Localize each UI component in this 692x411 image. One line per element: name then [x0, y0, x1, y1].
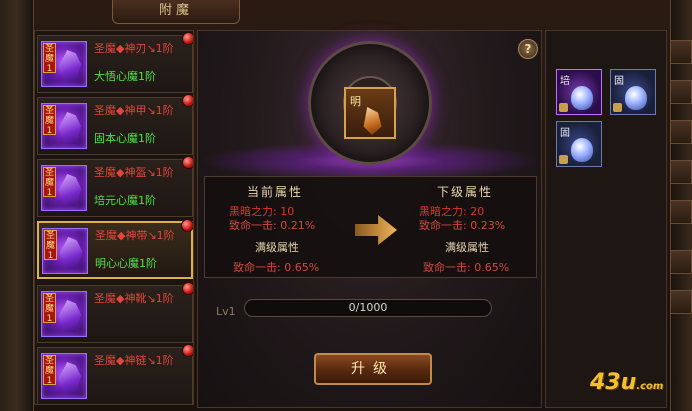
blade-icon — [58, 50, 82, 82]
item-enchant: 固本心魔1阶 — [94, 132, 156, 145]
side-tab[interactable] — [670, 290, 692, 314]
site-watermark-logo: 43u.com — [590, 370, 663, 395]
notification-dot-icon — [182, 32, 193, 45]
next-max-crit: 致命一击: 0.65% — [423, 261, 510, 274]
side-tab[interactable] — [670, 120, 692, 144]
level-label: Lv1 — [216, 305, 236, 318]
progress-text: 0/1000 — [348, 301, 388, 314]
side-tab[interactable] — [670, 40, 692, 64]
list-item[interactable]: 圣魔1 圣魔◆神甲↘1阶 固本心魔1阶 — [37, 94, 193, 155]
lock-icon — [613, 103, 622, 112]
equipment-icon: 圣魔1 — [41, 103, 87, 149]
current-stats-title: 当前属性 — [247, 185, 304, 199]
equipment-list[interactable]: 圣魔1 圣魔◆神刃↘1阶 大悟心魔1阶 圣魔1 圣魔◆神甲↘1阶 固本心魔1阶 … — [34, 30, 194, 405]
equipment-icon: 圣魔1 — [41, 165, 87, 211]
armor-icon — [58, 112, 82, 144]
necklace-icon — [58, 362, 82, 394]
window-title: 附魔 — [112, 0, 240, 24]
belt-icon — [59, 237, 83, 269]
notification-dot-icon — [182, 156, 193, 169]
list-item[interactable]: 圣魔1 圣魔◆神刃↘1阶 大悟心魔1阶 — [37, 32, 193, 93]
equipment-icon: 圣魔1 — [41, 291, 87, 337]
item-tier-badge: 圣魔1 — [43, 355, 56, 386]
left-dragon-decoration — [0, 0, 34, 411]
notification-dot-icon — [182, 282, 193, 295]
item-enchant: 培元心魔1阶 — [94, 194, 156, 207]
equipment-icon: 圣魔1 — [42, 228, 88, 274]
exp-progress-bar: 0/1000 — [244, 299, 492, 317]
material-tag: 固 — [560, 128, 570, 139]
current-max-crit: 致命一击: 0.65% — [233, 261, 320, 274]
helmet-icon — [58, 174, 82, 206]
item-tier-badge: 圣魔1 — [43, 167, 56, 198]
material-panel: 培 固 固 — [545, 30, 667, 408]
item-name: 圣魔◆神靴↘1阶 — [94, 292, 174, 305]
side-tab[interactable] — [670, 160, 692, 184]
potion-icon — [571, 86, 593, 110]
item-enchant: 明心心魔1阶 — [95, 257, 157, 270]
list-item[interactable]: 圣魔1 圣魔◆神靴↘1阶 — [37, 282, 193, 343]
item-tier-badge: 圣魔1 — [43, 105, 56, 136]
stats-comparison: 当前属性 黑暗之力: 10 致命一击: 0.21% 满级属性 致命一击: 0.6… — [204, 176, 537, 278]
item-name: 圣魔◆神刃↘1阶 — [94, 42, 174, 55]
material-slot[interactable]: 固 — [610, 69, 656, 115]
arrow-right-icon — [355, 215, 397, 245]
enchant-gem-slot[interactable]: 明 — [344, 87, 396, 139]
gem-icon — [363, 107, 382, 135]
upgrade-button[interactable]: 升级 — [314, 353, 432, 385]
current-stat-crit: 致命一击: 0.21% — [229, 219, 316, 232]
help-icon[interactable]: ? — [518, 39, 538, 59]
item-tier-badge: 圣魔1 — [44, 230, 57, 261]
material-slot[interactable]: 固 — [556, 121, 602, 167]
notification-dot-icon — [182, 344, 193, 357]
next-stats-title: 下级属性 — [437, 185, 494, 199]
item-name: 圣魔◆神甲↘1阶 — [94, 104, 174, 117]
next-max-title: 满级属性 — [445, 241, 489, 254]
potion-icon — [571, 138, 593, 162]
material-tag: 培 — [560, 76, 570, 87]
side-tab[interactable] — [670, 250, 692, 274]
item-enchant: 大悟心魔1阶 — [94, 70, 156, 83]
enchant-window: 附魔 圣魔1 圣魔◆神刃↘1阶 大悟心魔1阶 圣魔1 圣魔◆神甲↘1阶 固本心魔… — [0, 0, 692, 411]
current-max-title: 满级属性 — [255, 241, 299, 254]
gem-tag: 明 — [350, 95, 361, 108]
item-tier-badge: 圣魔1 — [43, 293, 56, 324]
list-item[interactable]: 圣魔1 圣魔◆神盔↘1阶 培元心魔1阶 — [37, 156, 193, 217]
potion-icon — [625, 86, 647, 110]
next-stat-crit: 致命一击: 0.23% — [419, 219, 506, 232]
item-name: 圣魔◆神带↘1阶 — [95, 229, 175, 242]
item-name: 圣魔◆神盔↘1阶 — [94, 166, 174, 179]
material-slot[interactable]: 培 — [556, 69, 602, 115]
notification-dot-icon — [181, 219, 193, 232]
side-tab[interactable] — [670, 200, 692, 224]
equipment-icon: 圣魔1 — [41, 41, 87, 87]
item-name: 圣魔◆神链↘1阶 — [94, 354, 174, 367]
list-item-selected[interactable]: 圣魔1 圣魔◆神带↘1阶 明心心魔1阶 — [37, 219, 193, 279]
item-tier-badge: 圣魔1 — [43, 43, 56, 74]
boots-icon — [58, 300, 82, 332]
equipment-icon: 圣魔1 — [41, 353, 87, 399]
watermark-suffix: .com — [636, 381, 664, 392]
enchant-detail-panel: 明 ? 当前属性 黑暗之力: 10 致命一击: 0.21% 满级属性 致命一击:… — [197, 30, 543, 408]
lock-icon — [559, 103, 568, 112]
notification-dot-icon — [182, 94, 193, 107]
side-tab[interactable] — [670, 80, 692, 104]
lock-icon — [559, 155, 568, 164]
material-tag: 固 — [614, 76, 624, 87]
watermark-main: 43u — [590, 370, 637, 395]
list-item[interactable]: 圣魔1 圣魔◆神链↘1阶 — [37, 344, 193, 404]
